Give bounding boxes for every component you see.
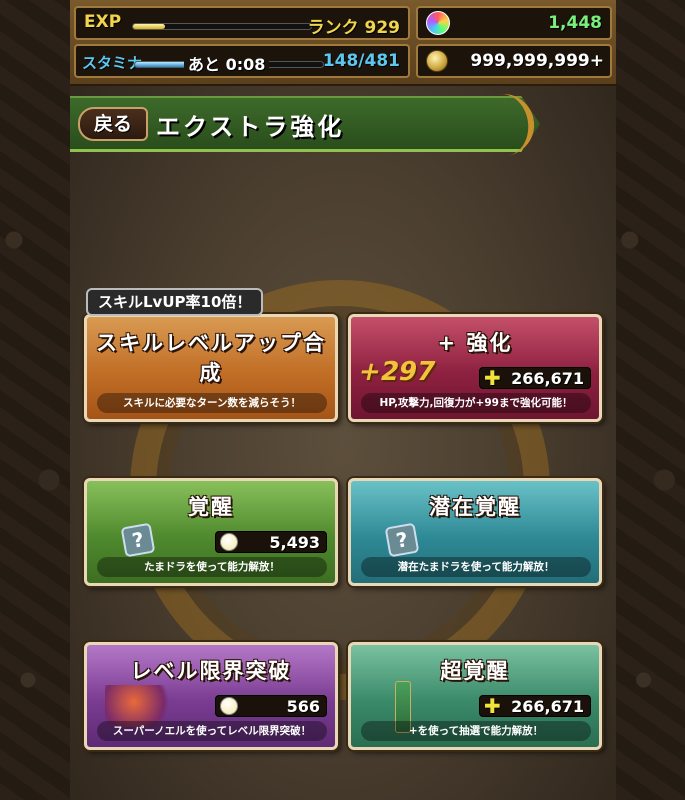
skill-bonus-tag: スキルLvUP率10倍！ (86, 288, 264, 316)
magic-stone-icon (426, 11, 450, 35)
cost-value: 266,671 (511, 697, 584, 716)
question-mark-icon: ? (120, 522, 156, 558)
noel-icon (220, 697, 238, 715)
stamina-timer: あと 0:08 (184, 51, 270, 75)
cost-display: ✚ 266,671 (479, 695, 591, 717)
question-mark-icon: ? (384, 522, 420, 558)
left-texture (0, 0, 70, 800)
plus-icon: ✚ (484, 694, 501, 718)
card-title: + 強化 (437, 331, 513, 355)
cost-value: 266,671 (511, 369, 584, 388)
cost-value: 566 (286, 697, 320, 716)
card-description: HP,攻撃力,回復力が+99まで強化可能！ (361, 393, 591, 413)
card-title: 潜在覚醒 (429, 495, 521, 519)
latent-awaken-button[interactable]: 潜在覚醒 ? 潜在たまドラを使って能力解放！ (348, 478, 602, 586)
card-title: 覚醒 (188, 495, 234, 519)
coin-panel: 999,999,999+ (416, 44, 612, 78)
stamina-panel: スタミナ あと 0:08 148/481 (74, 44, 410, 78)
coin-count: 999,999,999+ (470, 51, 604, 71)
card-title: 超覚醒 (440, 659, 510, 683)
dragon-tail-icon (495, 89, 539, 157)
super-awaken-button[interactable]: 超覚醒 ✚ 266,671 +を使って抽選で能力解放！ (348, 642, 602, 750)
card-title: レベル限界突破 (130, 659, 292, 683)
stamina-label: スタミナ (82, 54, 143, 72)
status-bar: EXP ランク 929 スタミナ あと 0:08 148/481 1,448 9… (70, 0, 616, 86)
cost-value: 5,493 (269, 533, 320, 552)
page-title: エクストラ強化 (156, 113, 345, 141)
card-description: たまドラを使って能力解放！ (97, 557, 327, 577)
magic-stone-count: 1,448 (548, 13, 602, 33)
plus-297-art: +297 (355, 357, 439, 387)
exp-bar (132, 23, 312, 30)
plus-enhance-button[interactable]: + 強化 +297 ✚ 266,671 HP,攻撃力,回復力が+99まで強化可能… (348, 314, 602, 422)
exp-panel: EXP ランク 929 (74, 6, 410, 40)
card-title: スキルレベルアップ合成 (96, 331, 326, 385)
exp-label: EXP (84, 12, 122, 32)
card-description: +を使って抽選で能力解放！ (361, 721, 591, 741)
card-description: スキルに必要なターン数を減らそう！ (97, 393, 327, 413)
game-screen: EXP ランク 929 スタミナ あと 0:08 148/481 1,448 9… (70, 0, 616, 800)
right-texture (616, 0, 685, 800)
rank-value: ランク 929 (307, 18, 400, 38)
tamadra-icon (220, 533, 238, 551)
card-description: スーパーノエルを使ってレベル限界突破！ (97, 721, 327, 741)
awaken-button[interactable]: 覚醒 ? 5,493 たまドラを使って能力解放！ (84, 478, 338, 586)
coin-icon (426, 50, 448, 72)
cost-display: ✚ 266,671 (479, 367, 591, 389)
card-description: 潜在たまドラを使って能力解放！ (361, 557, 591, 577)
cost-display: 566 (215, 695, 327, 717)
limit-break-button[interactable]: レベル限界突破 566 スーパーノエルを使ってレベル限界突破！ (84, 642, 338, 750)
plus-icon: ✚ (484, 366, 501, 390)
skill-levelup-button[interactable]: スキルレベルアップ合成 スキルに必要なターン数を減らそう！ (84, 314, 338, 422)
back-button[interactable]: 戻る (78, 107, 148, 141)
magic-stone-panel[interactable]: 1,448 (416, 6, 612, 40)
exp-bar-fill (133, 24, 166, 29)
cost-display: 5,493 (215, 531, 327, 553)
stamina-value: 148/481 (322, 51, 400, 71)
